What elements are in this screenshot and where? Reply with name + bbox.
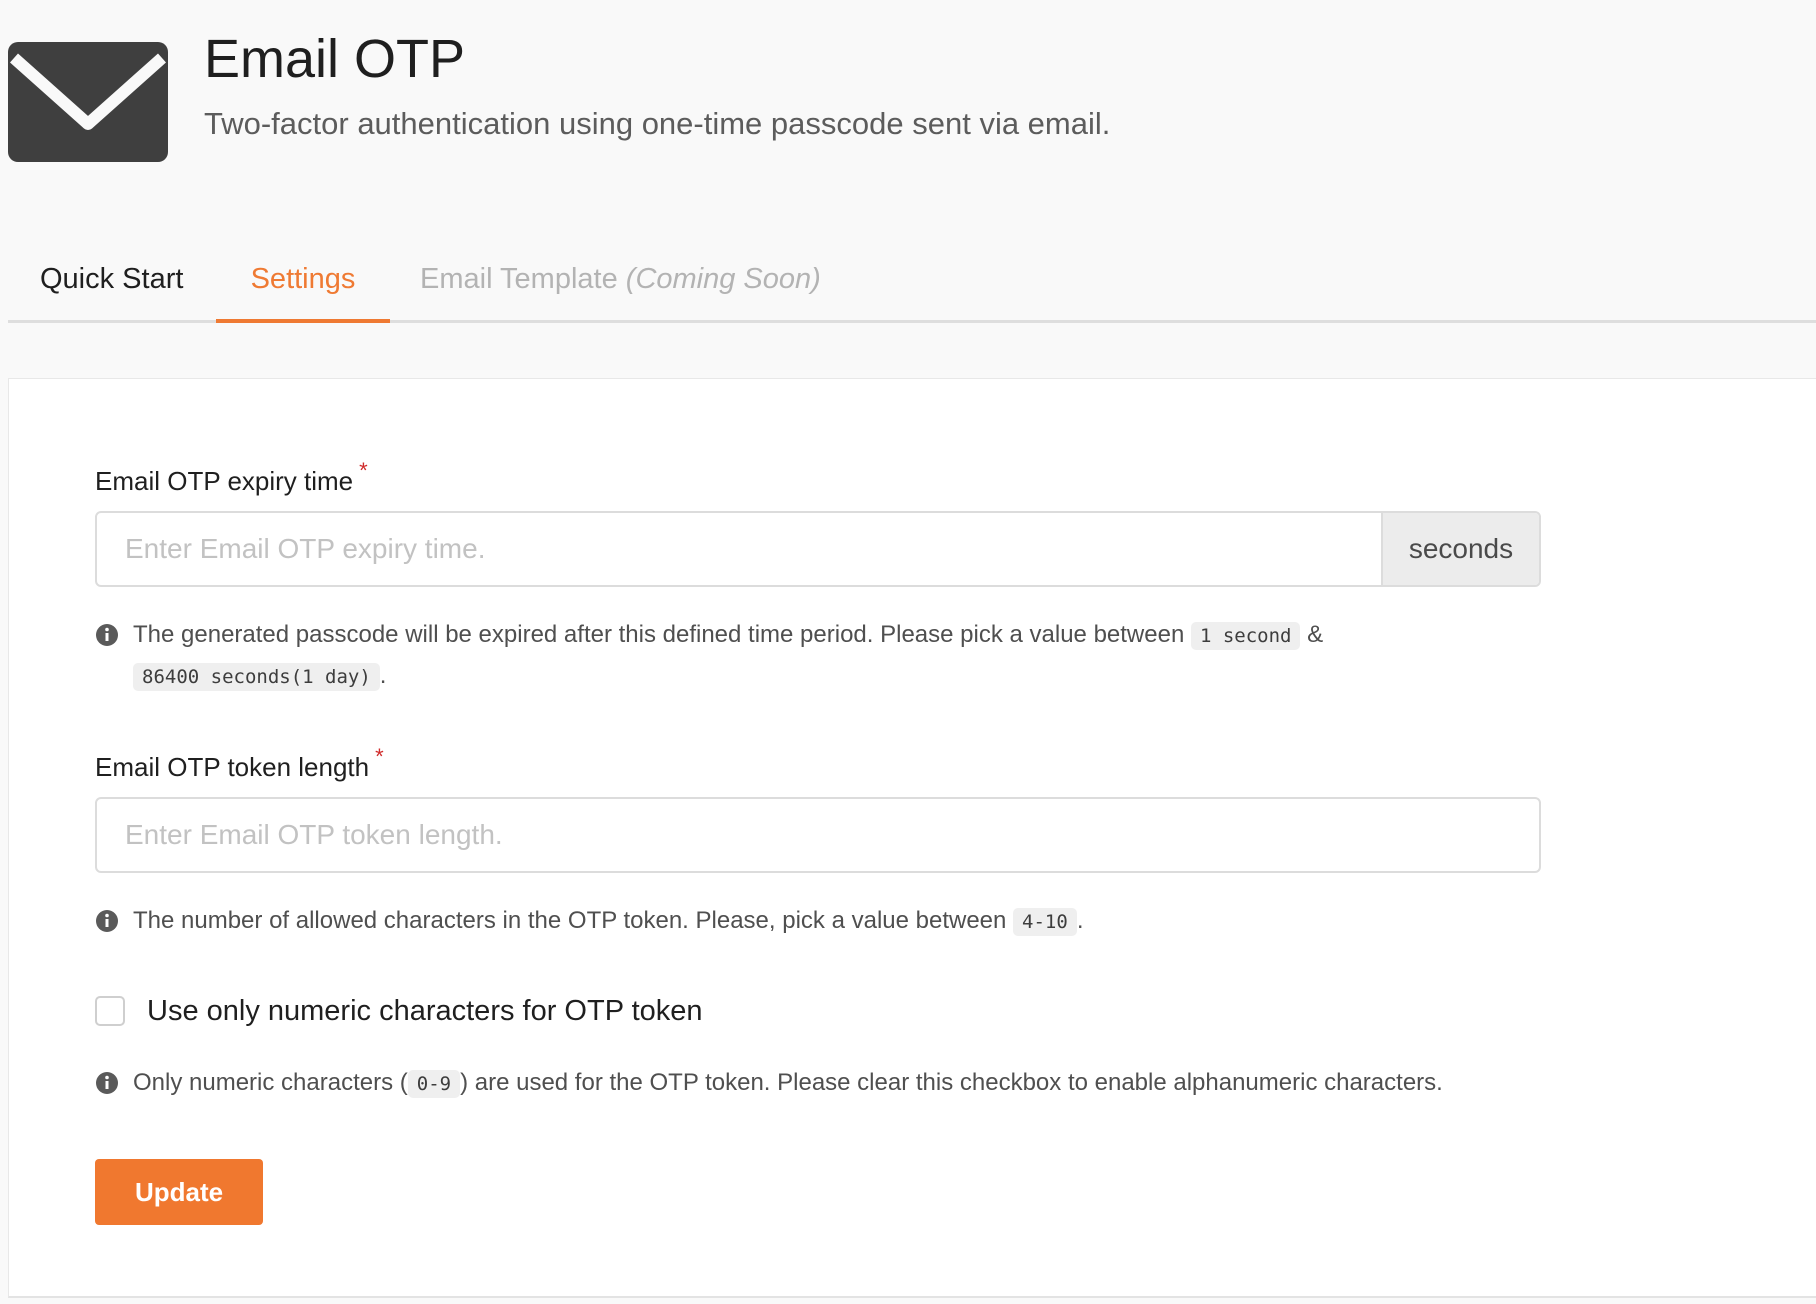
mail-icon <box>8 42 168 162</box>
numeric-only-checkbox[interactable] <box>95 996 125 1026</box>
expiry-time-input-group: seconds <box>95 511 1541 587</box>
numeric-only-hint-text: Only numeric characters (0-9) are used f… <box>133 1069 1443 1098</box>
expiry-time-hint: The generated passcode will be expired a… <box>95 615 1495 697</box>
tab-quick-start[interactable]: Quick Start <box>40 262 183 320</box>
numeric-only-hint: Only numeric characters (0-9) are used f… <box>95 1063 1695 1104</box>
numeric-only-row: Use only numeric characters for OTP toke… <box>95 991 703 1031</box>
tab-email-template-note: (Coming Soon) <box>625 263 821 295</box>
tab-quick-start-label: Quick Start <box>40 263 184 295</box>
settings-form: Email OTP expiry time* seconds The gener… <box>8 378 1816 1298</box>
info-icon <box>96 910 118 932</box>
expiry-time-label-text: Email OTP expiry time <box>95 466 354 496</box>
info-icon <box>96 624 118 646</box>
token-length-label: Email OTP token length * <box>95 744 384 785</box>
tab-email-template-label: Email Template <box>420 263 618 295</box>
token-length-input[interactable] <box>97 799 1539 871</box>
info-icon <box>96 1072 118 1094</box>
update-button[interactable]: Update <box>95 1159 263 1225</box>
token-length-hint-text: The number of allowed characters in the … <box>133 907 1084 936</box>
required-mark: * <box>375 744 384 769</box>
numeric-only-label[interactable]: Use only numeric characters for OTP toke… <box>147 993 703 1029</box>
token-length-hint: The number of allowed characters in the … <box>95 901 1595 942</box>
tab-settings[interactable]: Settings <box>216 262 390 323</box>
required-mark: * <box>359 458 368 483</box>
code-digits-value: 0-9 <box>407 1070 461 1098</box>
expiry-time-hint-text: The generated passcode will be expired a… <box>133 621 1324 691</box>
tab-bar: Quick Start Settings Email Template (Com… <box>8 248 1816 323</box>
expiry-time-input[interactable] <box>97 513 1381 585</box>
code-max-value: 86400 seconds(1 day) <box>133 663 380 691</box>
code-range-value: 4-10 <box>1013 908 1077 936</box>
page-header: Email OTP Two-factor authentication usin… <box>0 0 1816 200</box>
code-min-value: 1 second <box>1190 622 1301 650</box>
seconds-addon: seconds <box>1381 513 1539 585</box>
token-length-input-group <box>95 797 1541 873</box>
page-subtitle: Two-factor authentication using one-time… <box>204 106 1111 141</box>
expiry-time-label: Email OTP expiry time * <box>95 458 368 499</box>
tab-settings-label: Settings <box>250 263 356 295</box>
page-title: Email OTP <box>204 29 466 89</box>
tab-email-template[interactable]: Email Template (Coming Soon) <box>420 262 821 320</box>
token-length-label-text: Email OTP token length <box>95 752 370 782</box>
